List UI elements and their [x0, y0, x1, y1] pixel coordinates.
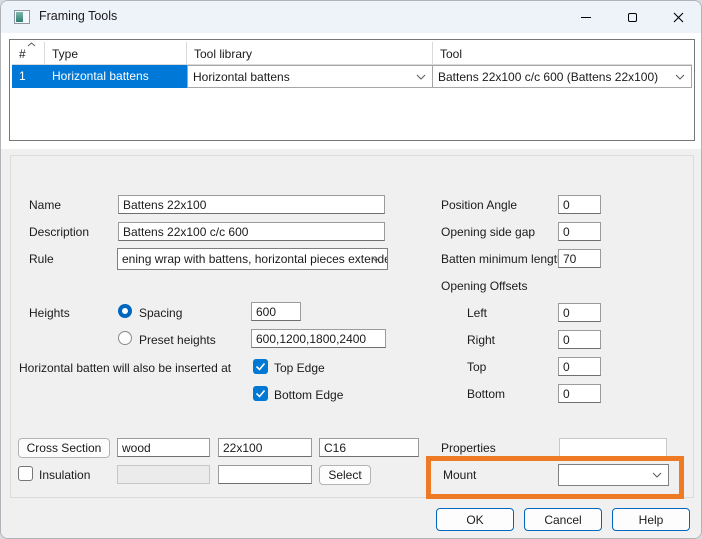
tool-combobox[interactable]: Battens 22x100 c/c 600 (Battens 22x100) [433, 65, 692, 88]
app-icon [14, 10, 30, 24]
insulation-material-input [117, 465, 210, 484]
sort-ascending-icon [27, 42, 36, 47]
batten-minimum-length-input[interactable] [558, 249, 601, 268]
opening-side-gap-input[interactable] [558, 222, 601, 241]
mount-highlight-annotation [426, 456, 684, 499]
offset-top-input[interactable] [558, 357, 601, 376]
preset-heights-radio[interactable] [118, 331, 132, 345]
check-icon [253, 359, 268, 374]
close-button[interactable] [655, 1, 701, 33]
description-label: Description [29, 225, 89, 239]
description-input[interactable] [118, 222, 385, 241]
position-angle-input[interactable] [558, 195, 601, 214]
chevron-down-icon [675, 74, 685, 80]
rule-dropdown[interactable]: ening wrap with battens, horizontal piec… [117, 248, 388, 270]
rule-value: ening wrap with battens, horizontal piec… [122, 252, 388, 266]
properties-input[interactable] [559, 438, 667, 457]
title-bar: Framing Tools [1, 1, 701, 33]
opening-offsets-label: Opening Offsets [441, 279, 528, 293]
column-header-tool[interactable]: Tool [433, 42, 692, 64]
properties-label: Properties [441, 441, 496, 455]
offset-left-label: Left [467, 306, 487, 320]
bottom-edge-checkbox[interactable] [253, 386, 268, 401]
top-edge-label[interactable]: Top Edge [274, 361, 325, 375]
cross-section-button[interactable]: Cross Section [18, 438, 110, 458]
row-type-cell[interactable]: Horizontal battens [45, 65, 187, 88]
row-number-cell[interactable]: 1 [12, 65, 45, 88]
preset-heights-input[interactable] [251, 329, 386, 348]
tool-value: Battens 22x100 c/c 600 (Battens 22x100) [438, 70, 658, 84]
column-header-type[interactable]: Type [45, 42, 187, 64]
top-edge-checkbox[interactable] [253, 359, 268, 374]
minimize-icon [581, 17, 591, 18]
rule-label: Rule [29, 252, 54, 266]
select-button[interactable]: Select [319, 465, 371, 485]
position-angle-label: Position Angle [441, 198, 517, 212]
heights-label: Heights [29, 306, 70, 320]
cancel-button[interactable]: Cancel [524, 508, 602, 531]
tool-library-combobox[interactable]: Horizontal battens [187, 65, 433, 88]
batten-minimum-length-label: Batten minimum length [441, 252, 564, 266]
bottom-edge-label[interactable]: Bottom Edge [274, 388, 343, 402]
insert-at-label: Horizontal batten will also be inserted … [19, 361, 231, 375]
tool-library-value: Horizontal battens [193, 70, 290, 84]
name-label: Name [29, 198, 61, 212]
chevron-down-icon [371, 256, 381, 262]
spacing-radio[interactable] [118, 304, 132, 318]
insulation-label[interactable]: Insulation [39, 468, 90, 482]
window-title: Framing Tools [39, 9, 117, 23]
minimize-button[interactable] [563, 1, 609, 33]
cross-section-grade-input[interactable] [319, 438, 419, 457]
ok-button[interactable]: OK [436, 508, 514, 531]
offset-right-input[interactable] [558, 330, 601, 349]
column-header-num[interactable]: # [12, 42, 45, 64]
preset-heights-radio-label[interactable]: Preset heights [139, 333, 216, 347]
offset-bottom-label: Bottom [467, 387, 505, 401]
offset-left-input[interactable] [558, 303, 601, 322]
grid-header-row: # Type Tool library Tool [12, 42, 692, 65]
insulation-size-input[interactable] [218, 465, 312, 484]
offset-right-label: Right [467, 333, 495, 347]
maximize-button[interactable] [609, 1, 655, 33]
cross-section-material-input[interactable] [117, 438, 210, 457]
offset-top-label: Top [467, 360, 486, 374]
opening-side-gap-label: Opening side gap [441, 225, 535, 239]
spacing-radio-label[interactable]: Spacing [139, 306, 182, 320]
table-row[interactable]: 1 Horizontal battens Horizontal battens … [12, 65, 692, 88]
column-header-tool-library[interactable]: Tool library [187, 42, 433, 64]
check-icon [253, 386, 268, 401]
maximize-icon [628, 13, 637, 22]
offset-bottom-input[interactable] [558, 384, 601, 403]
spacing-input[interactable] [251, 302, 301, 321]
chevron-down-icon [416, 74, 426, 80]
cross-section-size-input[interactable] [218, 438, 312, 457]
name-input[interactable] [118, 195, 385, 214]
help-button[interactable]: Help [612, 508, 690, 531]
insulation-checkbox[interactable] [18, 466, 33, 481]
framing-tools-grid: # Type Tool library Tool 1 Horizontal ba… [9, 39, 695, 141]
framing-tools-dialog: Framing Tools # Type Tool library Tool [0, 0, 702, 539]
close-icon [673, 12, 684, 23]
